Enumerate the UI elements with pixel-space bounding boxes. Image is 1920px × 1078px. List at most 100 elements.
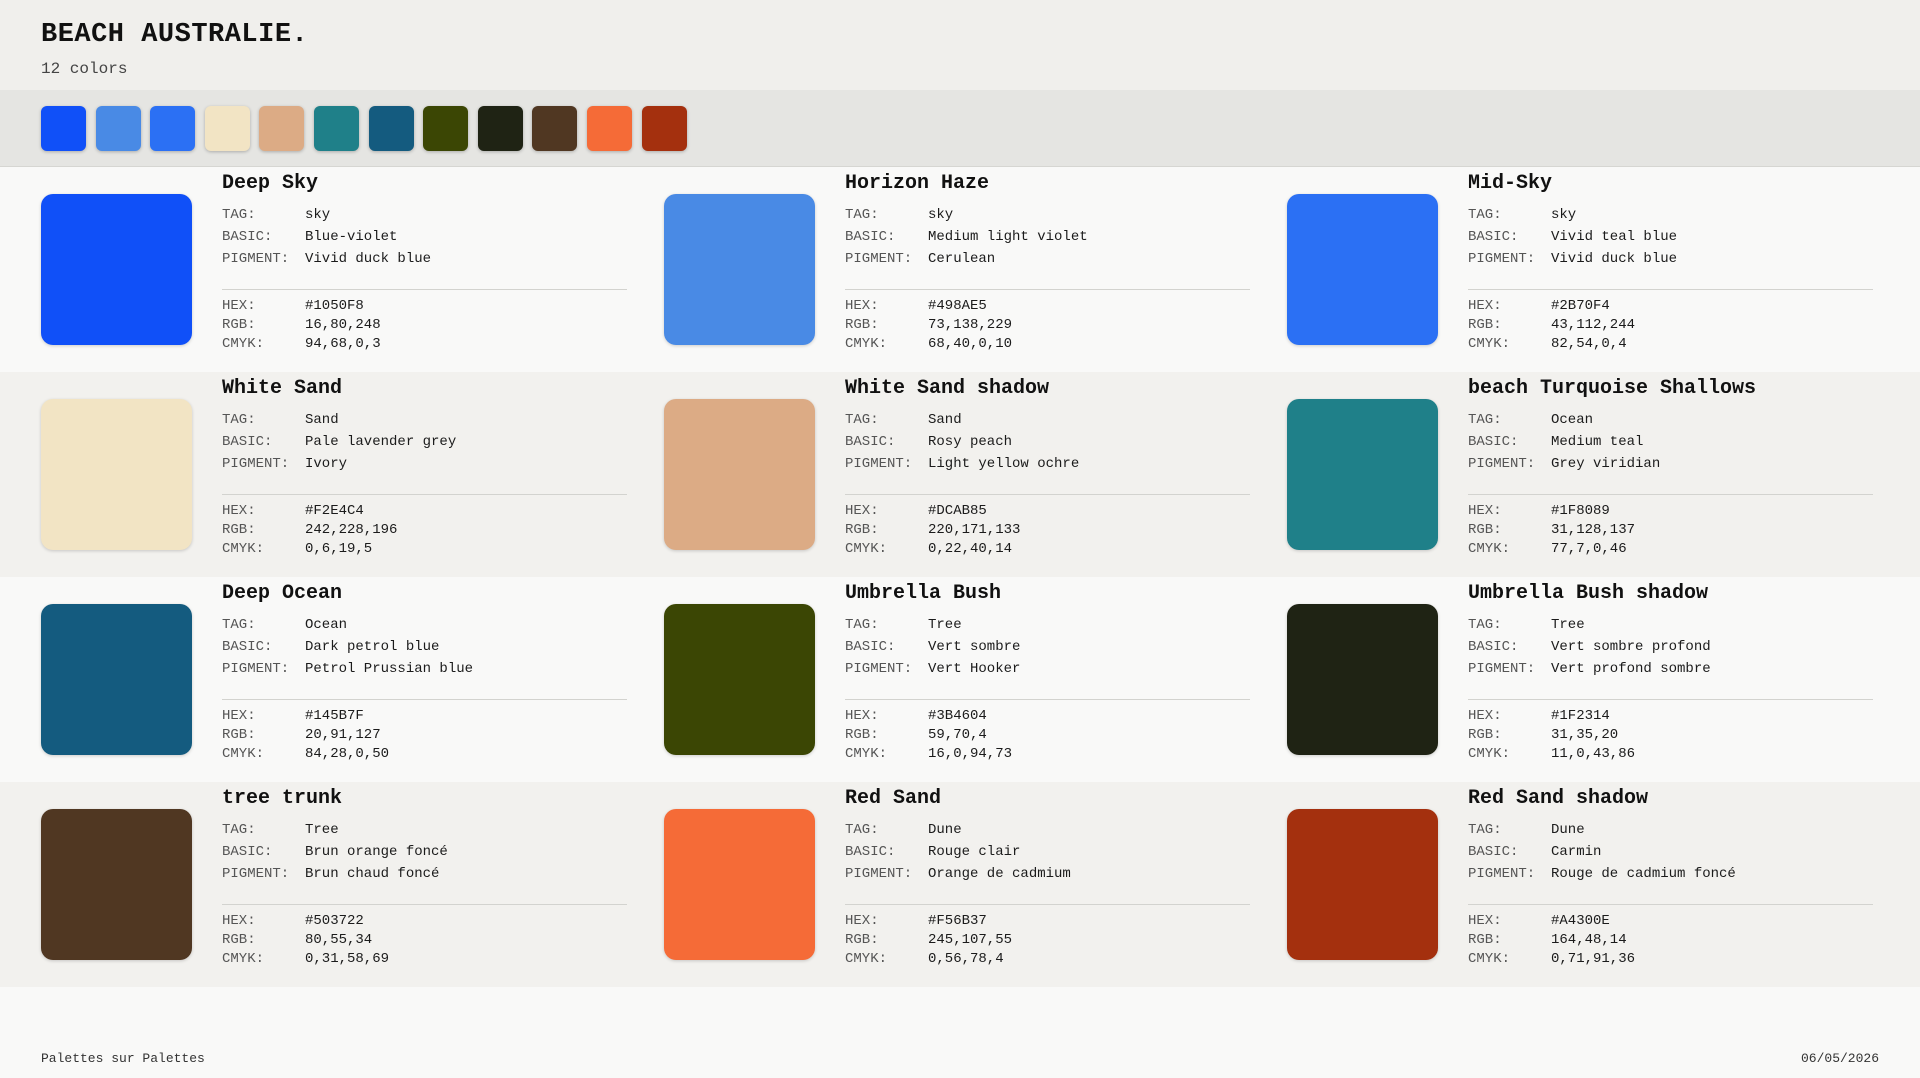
color-row: White Sand TAG: Sand BASIC: Pale lavender gr… [0,372,1920,577]
palette-swatch[interactable] [368,106,414,151]
color-tag-row: TAG: Tree [1468,617,1585,633]
palette-swatch[interactable] [259,106,305,151]
color-swatch-large[interactable] [664,399,815,550]
rgb-label: RGB: [845,317,879,333]
color-basic-row: BASIC: Medium teal [1468,434,1643,450]
palette-swatch[interactable] [150,106,196,151]
rgb-value[interactable]: 59,70,4 [928,727,987,743]
rgb-value[interactable]: 16,80,248 [305,317,381,333]
hex-value[interactable]: #503722 [305,913,364,929]
hex-value[interactable]: #1F8089 [1551,503,1610,519]
color-swatch-large[interactable] [1287,194,1438,345]
cmyk-label: CMYK: [1468,746,1511,762]
color-basic-row: BASIC: Pale lavender grey [222,434,456,450]
cmyk-value[interactable]: 84,28,0,50 [305,746,389,762]
cmyk-value[interactable]: 77,7,0,46 [1551,541,1627,557]
rgb-label: RGB: [222,317,256,333]
cmyk-value[interactable]: 94,68,0,3 [305,336,381,352]
tag-value: Dune [1551,822,1585,838]
palette-swatch[interactable] [423,106,469,151]
palette-swatch[interactable] [314,106,359,151]
color-swatch-large[interactable] [664,809,815,960]
hex-value[interactable]: #1F2314 [1551,708,1610,724]
color-swatch-large[interactable] [664,604,815,755]
cmyk-value[interactable]: 11,0,43,86 [1551,746,1635,762]
cmyk-value[interactable]: 16,0,94,73 [928,746,1012,762]
color-name: beach Turquoise Shallows [1468,377,1757,400]
color-pigment-row: PIGMENT: Grey viridian [1468,456,1660,472]
hex-value[interactable]: #145B7F [305,708,364,724]
divider [845,289,1250,290]
palette-swatch[interactable] [95,106,141,151]
cmyk-value[interactable]: 82,54,0,4 [1551,336,1627,352]
color-basic-row: BASIC: Brun orange foncé [222,844,448,860]
rgb-value[interactable]: 31,35,20 [1551,727,1618,743]
color-name: tree trunk [222,787,343,810]
color-swatch-large[interactable] [664,194,815,345]
rgb-value[interactable]: 43,112,244 [1551,317,1635,333]
cmyk-value[interactable]: 0,56,78,4 [928,951,1004,967]
hex-value[interactable]: #A4300E [1551,913,1610,929]
pigment-label: PIGMENT: [222,456,290,472]
hex-value[interactable]: #F56B37 [928,913,987,929]
color-swatch-large[interactable] [1287,809,1438,960]
color-rgb-row: RGB: 43,112,244 [1468,317,1635,333]
pigment-label: PIGMENT: [1468,456,1536,472]
color-cmyk-row: CMYK: 84,28,0,50 [222,746,389,762]
rgb-value[interactable]: 20,91,127 [305,727,381,743]
color-rgb-row: RGB: 80,55,34 [222,932,372,948]
color-cmyk-row: CMYK: 82,54,0,4 [1468,336,1627,352]
basic-label: BASIC: [222,434,273,450]
cmyk-label: CMYK: [1468,951,1511,967]
tag-value: Tree [305,822,339,838]
color-swatch-large[interactable] [1287,604,1438,755]
palette-swatch[interactable] [41,106,86,151]
rgb-value[interactable]: 80,55,34 [305,932,372,948]
cmyk-value[interactable]: 68,40,0,10 [928,336,1012,352]
color-basic-row: BASIC: Medium light violet [845,229,1088,245]
cmyk-value[interactable]: 0,71,91,36 [1551,951,1635,967]
rgb-value[interactable]: 220,171,133 [928,522,1020,538]
rgb-value[interactable]: 242,228,196 [305,522,397,538]
color-card: Horizon Haze TAG: sky BASIC: Medium light vi… [664,167,1274,372]
swatch-strip [0,90,1920,167]
rgb-value[interactable]: 73,138,229 [928,317,1012,333]
cmyk-value[interactable]: 0,22,40,14 [928,541,1012,557]
divider [845,699,1250,700]
cmyk-value[interactable]: 0,31,58,69 [305,951,389,967]
color-rgb-row: RGB: 59,70,4 [845,727,987,743]
hex-value[interactable]: #498AE5 [928,298,987,314]
color-swatch-large[interactable] [41,399,192,550]
pigment-value: Vert Hooker [928,661,1021,677]
hex-value[interactable]: #3B4604 [928,708,987,724]
rgb-value[interactable]: 245,107,55 [928,932,1012,948]
color-basic-row: BASIC: Dark petrol blue [222,639,439,655]
hex-value[interactable]: #2B70F4 [1551,298,1610,314]
tag-label: TAG: [222,822,256,838]
rgb-value[interactable]: 164,48,14 [1551,932,1627,948]
color-swatch-large[interactable] [41,809,192,960]
color-swatch-large[interactable] [41,604,192,755]
palette-swatch[interactable] [587,106,632,151]
color-card: Umbrella Bush shadow TAG: Tree BASIC: Vert s… [1287,577,1897,782]
palette-swatch[interactable] [532,106,578,151]
rgb-value[interactable]: 31,128,137 [1551,522,1635,538]
color-hex-row: HEX: #498AE5 [845,298,987,314]
color-hex-row: HEX: #1F8089 [1468,503,1610,519]
tag-value: Tree [1551,617,1585,633]
palette-swatch[interactable] [641,106,687,151]
palette-swatch[interactable] [477,106,523,151]
color-tag-row: TAG: Dune [845,822,962,838]
cmyk-value[interactable]: 0,6,19,5 [305,541,372,557]
hex-value[interactable]: #DCAB85 [928,503,987,519]
hex-value[interactable]: #F2E4C4 [305,503,364,519]
hex-value[interactable]: #1050F8 [305,298,364,314]
basic-label: BASIC: [845,229,896,245]
color-swatch-large[interactable] [1287,399,1438,550]
color-cmyk-row: CMYK: 0,71,91,36 [1468,951,1635,967]
color-swatch-large[interactable] [41,194,192,345]
basic-label: BASIC: [1468,229,1519,245]
rgb-label: RGB: [845,727,879,743]
palette-swatch[interactable] [204,106,250,151]
color-card: tree trunk TAG: Tree BASIC: Brun orange fonc… [41,782,651,987]
